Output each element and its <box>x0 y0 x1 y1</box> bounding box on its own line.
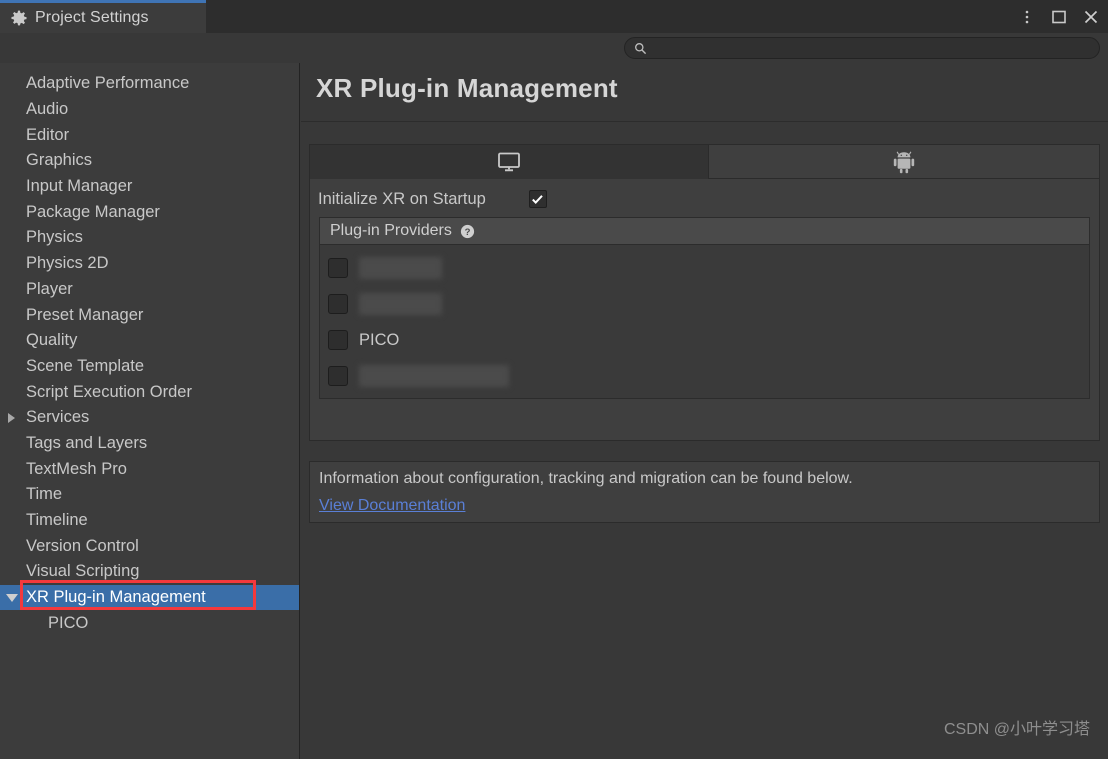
close-icon[interactable] <box>1082 8 1100 26</box>
help-circle-icon[interactable]: ? <box>460 224 475 239</box>
sidebar-item-label: XR Plug-in Management <box>26 588 206 607</box>
sidebar-item-script-execution-order[interactable]: Script Execution Order <box>0 379 299 405</box>
sidebar-item-visual-scripting[interactable]: Visual Scripting <box>0 559 299 585</box>
sidebar-item-label: Version Control <box>26 536 139 555</box>
search-icon <box>634 42 647 55</box>
sidebar-item-scene-template[interactable]: Scene Template <box>0 354 299 380</box>
sidebar-item-editor[interactable]: Editor <box>0 122 299 148</box>
title-bar: Project Settings <box>0 0 1108 33</box>
desktop-monitor-icon <box>497 152 521 172</box>
platform-tab-android[interactable] <box>709 145 1099 179</box>
sidebar-item-services[interactable]: Services <box>0 405 299 431</box>
sidebar-item-label: Editor <box>26 125 70 144</box>
chevron-down-icon[interactable] <box>6 593 18 602</box>
provider-row[interactable] <box>320 250 1089 286</box>
sidebar-item-label: Visual Scripting <box>26 562 140 581</box>
platform-tab-strip[interactable] <box>310 145 1099 179</box>
view-documentation-link[interactable]: View Documentation <box>319 497 465 515</box>
sidebar-item-player[interactable]: Player <box>0 277 299 303</box>
search-box[interactable] <box>624 37 1100 59</box>
title-separator <box>301 121 1108 122</box>
settings-sidebar[interactable]: Adaptive Performance Audio Editor Graphics I… <box>0 63 300 759</box>
plugin-providers-header: Plug-in Providers ? <box>320 218 1089 245</box>
project-settings-window: Project Settings Adaptive Performance Au… <box>0 0 1108 759</box>
sidebar-item-label: Physics 2D <box>26 254 109 273</box>
window-controls <box>1018 0 1100 33</box>
page-title: XR Plug-in Management <box>316 73 618 103</box>
sidebar-item-pico[interactable]: PICO <box>0 610 299 636</box>
provider-checkbox[interactable] <box>328 330 348 350</box>
sidebar-item-label: Services <box>26 408 90 427</box>
provider-label <box>359 293 442 315</box>
sidebar-item-preset-manager[interactable]: Preset Manager <box>0 302 299 328</box>
sidebar-item-label: TextMesh Pro <box>26 459 127 478</box>
sidebar-item-label: Input Manager <box>26 177 133 196</box>
provider-row[interactable] <box>320 286 1089 322</box>
sidebar-item-physics[interactable]: Physics <box>0 225 299 251</box>
provider-row[interactable]: PICO <box>320 322 1089 358</box>
sidebar-item-label: Package Manager <box>26 202 160 221</box>
sidebar-item-input-manager[interactable]: Input Manager <box>0 174 299 200</box>
svg-text:?: ? <box>464 227 470 238</box>
sidebar-item-label: Physics <box>26 228 83 247</box>
sidebar-item-package-manager[interactable]: Package Manager <box>0 199 299 225</box>
info-text: Information about configuration, trackin… <box>319 470 853 487</box>
sidebar-item-label: Timeline <box>26 511 88 530</box>
chevron-right-icon[interactable] <box>8 412 15 423</box>
gear-icon <box>11 10 27 26</box>
sidebar-item-adaptive-performance[interactable]: Adaptive Performance <box>0 71 299 97</box>
provider-checkbox[interactable] <box>328 258 348 278</box>
sidebar-item-physics-2d[interactable]: Physics 2D <box>0 251 299 277</box>
sidebar-item-label: PICO <box>48 613 89 632</box>
android-robot-icon <box>893 150 915 174</box>
sidebar-item-label: Preset Manager <box>26 305 144 324</box>
sidebar-item-xr-plug-in-management[interactable]: XR Plug-in Management <box>0 584 299 611</box>
watermark: CSDN @小叶学习塔 <box>943 721 1090 738</box>
plugin-providers-list: PICO <box>320 245 1089 398</box>
sidebar-item-audio[interactable]: Audio <box>0 97 299 123</box>
sidebar-item-label: Quality <box>26 331 78 350</box>
sidebar-item-tags-and-layers[interactable]: Tags and Layers <box>0 431 299 457</box>
provider-label <box>359 257 442 279</box>
maximize-icon[interactable] <box>1050 8 1068 26</box>
platform-tab-standalone[interactable] <box>310 145 709 179</box>
sidebar-item-textmesh-pro[interactable]: TextMesh Pro <box>0 456 299 482</box>
sidebar-item-timeline[interactable]: Timeline <box>0 508 299 534</box>
plugin-providers-group: Plug-in Providers ? PICO <box>319 217 1090 399</box>
sidebar-item-time[interactable]: Time <box>0 482 299 508</box>
sidebar-item-label: Time <box>26 485 63 504</box>
main-content: XR Plug-in Management Initialize XR on S… <box>301 63 1108 759</box>
search-input[interactable] <box>647 41 1099 55</box>
sidebar-item-quality[interactable]: Quality <box>0 328 299 354</box>
provider-checkbox[interactable] <box>328 294 348 314</box>
platform-settings-panel: Initialize XR on Startup Plug-in Provide… <box>309 144 1100 441</box>
provider-label: PICO <box>359 330 400 349</box>
initialize-xr-checkbox[interactable] <box>528 190 547 208</box>
initialize-xr-label: Initialize XR on Startup <box>318 189 486 208</box>
sidebar-item-label: Scene Template <box>26 356 145 375</box>
sidebar-item-graphics[interactable]: Graphics <box>0 148 299 174</box>
provider-checkbox[interactable] <box>328 366 348 386</box>
checkmark-icon <box>532 194 544 204</box>
provider-label <box>359 365 509 387</box>
sidebar-item-label: Adaptive Performance <box>26 74 190 93</box>
sidebar-item-label: Tags and Layers <box>26 433 148 452</box>
info-panel: Information about configuration, trackin… <box>309 461 1100 523</box>
tab-label: Project Settings <box>35 9 149 26</box>
kebab-menu-icon[interactable] <box>1018 8 1036 26</box>
search-bar-row <box>0 33 1108 63</box>
sidebar-item-label: Script Execution Order <box>26 382 192 401</box>
sidebar-item-label: Audio <box>26 100 69 119</box>
tab-project-settings[interactable]: Project Settings <box>0 0 206 33</box>
plugin-providers-label: Plug-in Providers <box>330 222 452 239</box>
provider-row[interactable] <box>320 358 1089 394</box>
initialize-xr-row: Initialize XR on Startup <box>310 180 1099 218</box>
sidebar-item-label: Graphics <box>26 151 93 170</box>
sidebar-item-version-control[interactable]: Version Control <box>0 533 299 559</box>
sidebar-item-label: Player <box>26 279 73 298</box>
sidebar-list: Adaptive Performance Audio Editor Graphics I… <box>0 71 299 636</box>
